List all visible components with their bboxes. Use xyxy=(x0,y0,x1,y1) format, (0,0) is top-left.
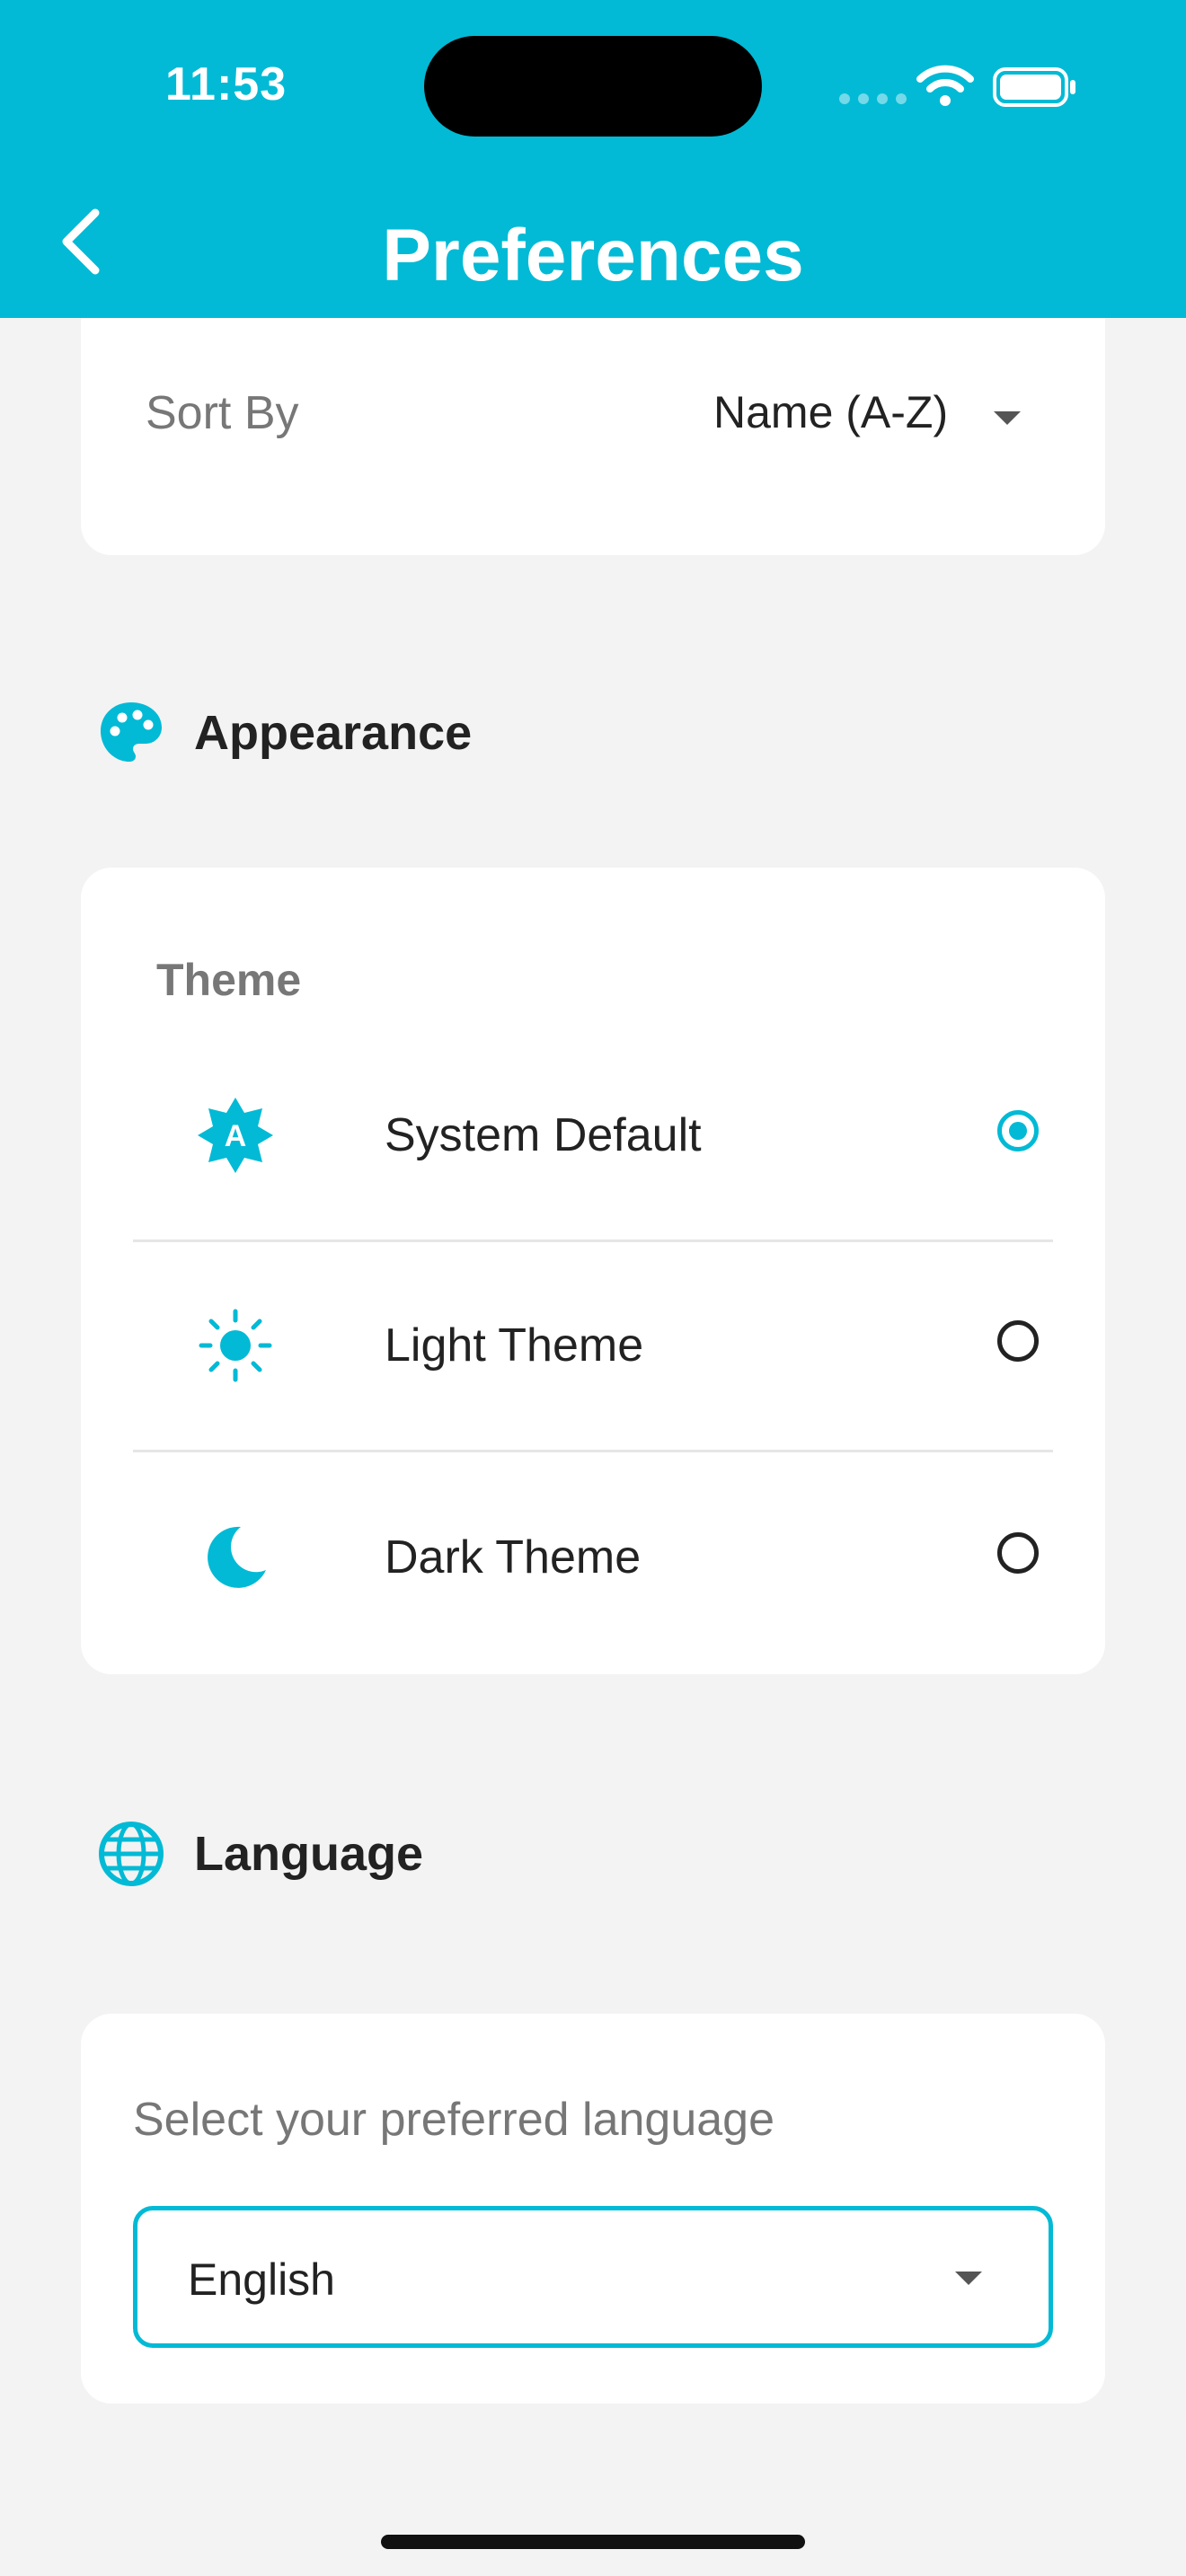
dark-theme-label: Dark Theme xyxy=(385,1531,642,1584)
theme-heading: Theme xyxy=(156,955,302,1005)
preferences-screen: 11:53 Preferences Sort By Name (A-Z) App… xyxy=(0,0,1186,2576)
chevron-down-icon xyxy=(955,2272,982,2285)
language-card: Select your preferred language English xyxy=(81,2014,1105,2404)
appearance-section-header: Appearance xyxy=(97,699,472,767)
page-title: Preferences xyxy=(382,215,804,296)
chevron-down-icon[interactable] xyxy=(994,411,1021,425)
cellular-signal-icon xyxy=(839,93,907,104)
palette-icon xyxy=(101,702,162,762)
home-indicator[interactable] xyxy=(381,2535,805,2549)
dynamic-island xyxy=(424,36,762,137)
status-time: 11:53 xyxy=(165,58,288,110)
language-dropdown[interactable]: English xyxy=(133,2206,1053,2348)
system-default-radio[interactable] xyxy=(997,1110,1039,1151)
light-theme-label: Light Theme xyxy=(385,1319,644,1372)
sort-by-label: Sort By xyxy=(146,387,299,439)
language-section-header: Language xyxy=(97,1820,423,1888)
theme-option-dark[interactable]: Dark Theme xyxy=(133,1526,1053,1768)
light-theme-radio[interactable] xyxy=(997,1320,1039,1362)
divider xyxy=(133,1239,1053,1242)
language-title: Language xyxy=(194,1827,424,1881)
globe-icon xyxy=(99,1822,164,1886)
dark-theme-radio[interactable] xyxy=(997,1532,1039,1574)
theme-card: Theme A System Default Light Theme Dark … xyxy=(81,868,1105,1674)
wifi-icon xyxy=(916,65,974,106)
sort-by-dropdown[interactable]: Name (A-Z) xyxy=(713,386,948,438)
appearance-title: Appearance xyxy=(194,706,473,760)
svg-text:A: A xyxy=(225,1119,247,1153)
app-header: 11:53 Preferences xyxy=(0,0,1186,318)
system-default-label: System Default xyxy=(385,1109,702,1161)
language-prompt: Select your preferred language xyxy=(133,2094,775,2146)
language-selected-value: English xyxy=(188,2254,335,2305)
battery-icon xyxy=(993,67,1075,107)
divider xyxy=(133,1450,1053,1452)
